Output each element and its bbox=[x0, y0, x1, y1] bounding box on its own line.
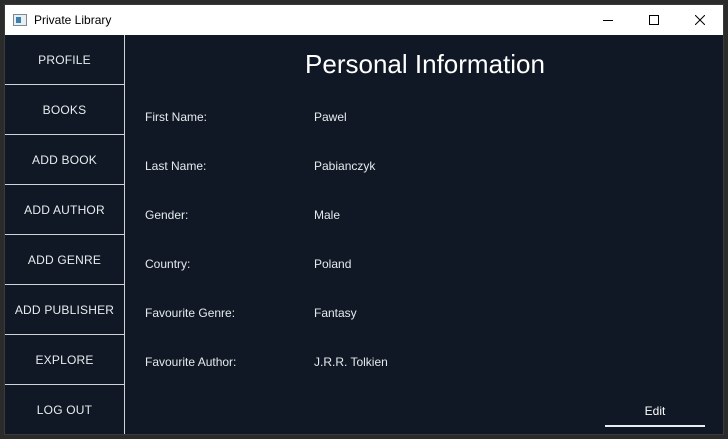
favourite-genre-value: Fantasy bbox=[314, 306, 357, 320]
last-name-label: Last Name: bbox=[145, 159, 207, 173]
gender-label: Gender: bbox=[145, 208, 189, 222]
favourite-author-label: Favourite Author: bbox=[145, 355, 237, 369]
maximize-icon bbox=[649, 15, 659, 25]
last-name-value: Pabianczyk bbox=[314, 159, 376, 173]
minimize-button[interactable] bbox=[585, 5, 631, 35]
favourite-author-value: J.R.R. Tolkien bbox=[314, 355, 388, 369]
nav-add-publisher[interactable]: ADD PUBLISHER bbox=[5, 285, 124, 335]
first-name-label: First Name: bbox=[145, 110, 208, 124]
nav-log-out[interactable]: LOG OUT bbox=[5, 385, 124, 434]
window-title: Private Library bbox=[34, 13, 112, 27]
nav-add-book[interactable]: ADD BOOK bbox=[5, 135, 124, 185]
close-icon bbox=[695, 15, 705, 25]
edit-button[interactable]: Edit bbox=[605, 397, 705, 427]
profile-panel: Personal Information First Name: Pawel L… bbox=[125, 35, 723, 434]
nav-books[interactable]: BOOKS bbox=[5, 85, 124, 135]
nav-add-author[interactable]: ADD AUTHOR bbox=[5, 185, 124, 235]
nav-add-genre[interactable]: ADD GENRE bbox=[5, 235, 124, 285]
nav-profile[interactable]: PROFILE bbox=[5, 35, 124, 85]
first-name-value: Pawel bbox=[314, 110, 347, 124]
app-icon bbox=[13, 14, 27, 26]
country-label: Country: bbox=[145, 257, 191, 271]
title-bar: Private Library bbox=[5, 5, 723, 35]
country-value: Poland bbox=[314, 257, 352, 271]
gender-value: Male bbox=[314, 208, 341, 222]
page-title: Personal Information bbox=[305, 49, 545, 79]
window-controls bbox=[585, 5, 723, 35]
favourite-genre-label: Favourite Genre: bbox=[145, 306, 236, 320]
maximize-button[interactable] bbox=[631, 5, 677, 35]
nav-explore[interactable]: EXPLORE bbox=[5, 335, 124, 385]
minimize-icon bbox=[603, 20, 613, 21]
sidebar-nav: PROFILE BOOKS ADD BOOK ADD AUTHOR ADD GE… bbox=[5, 35, 125, 434]
close-button[interactable] bbox=[677, 5, 723, 35]
app-window: Private Library PROFILE BOOKS ADD BOOK A… bbox=[4, 4, 724, 435]
